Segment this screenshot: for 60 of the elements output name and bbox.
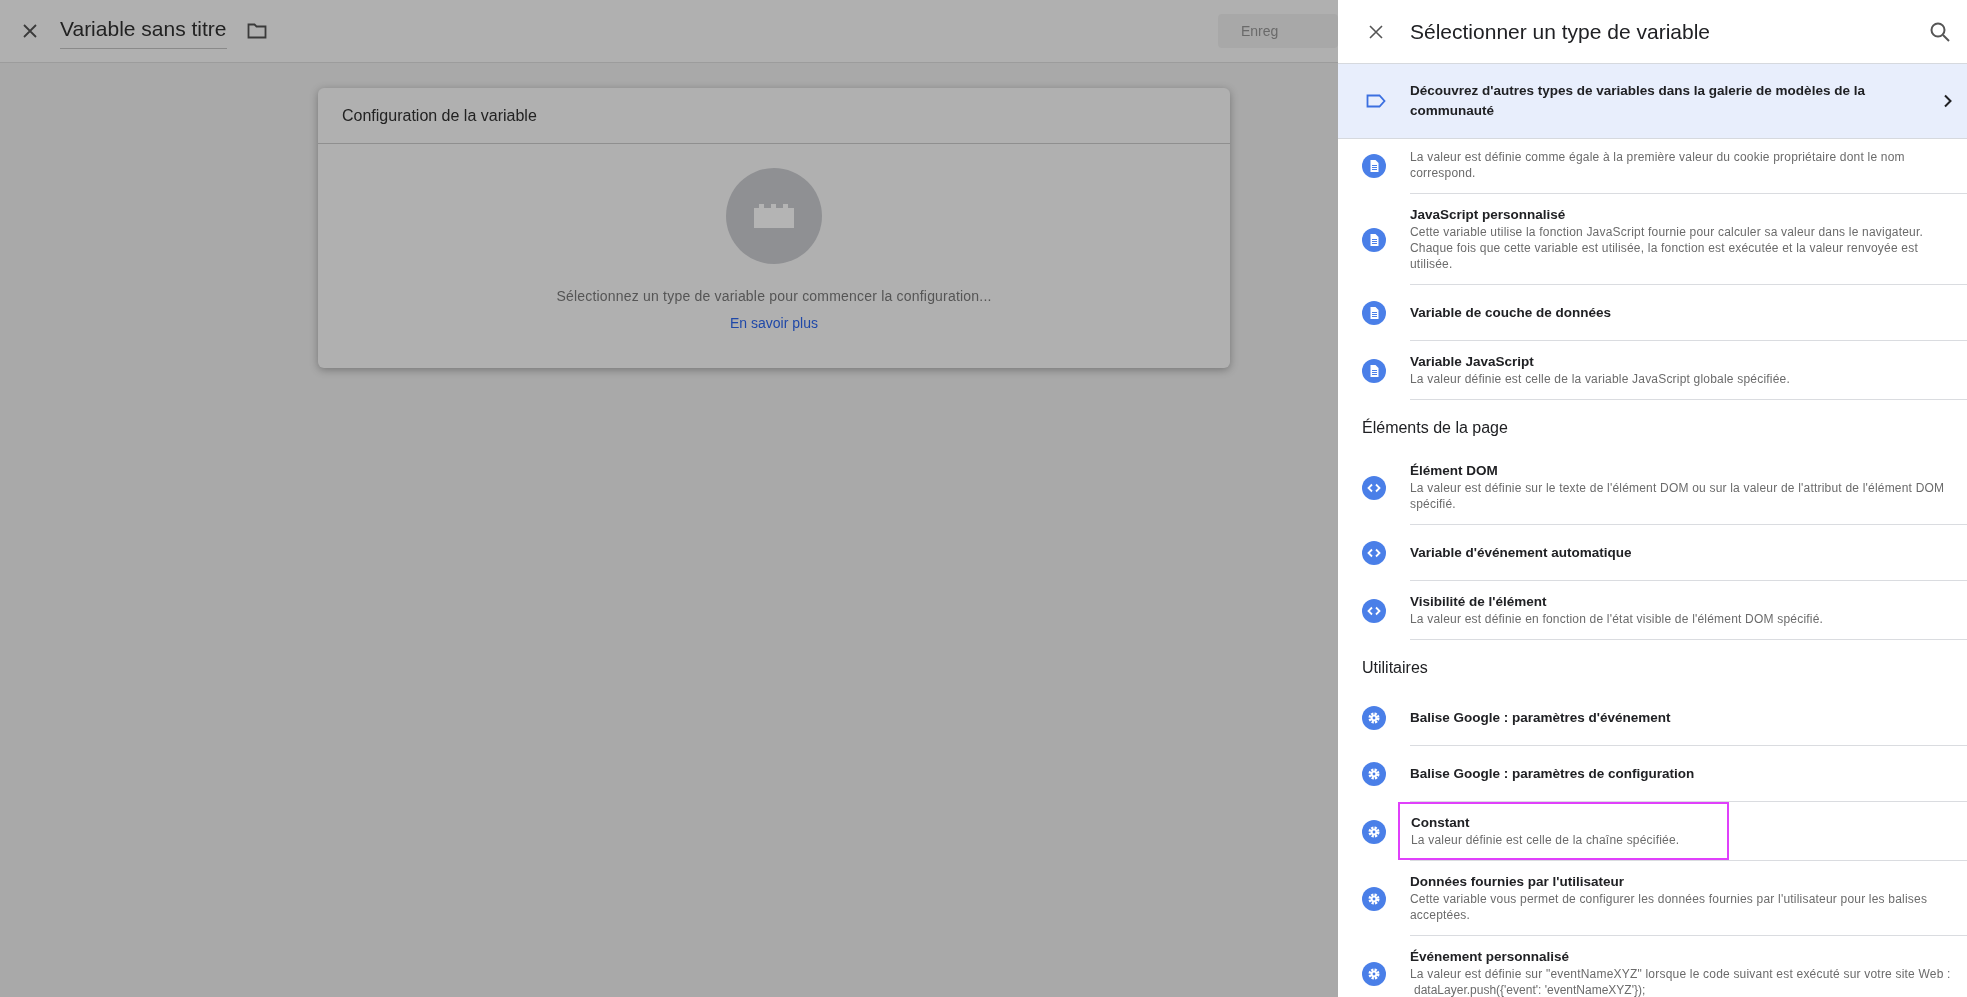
title-field[interactable]: Variable sans titre [60,12,227,50]
variable-type-item[interactable]: Données fournies par l'utilisateur Cette variable vous permet de configurer les données fournies par l'utilisateur pour les balises acceptées. [1410,861,1967,935]
gear-icon [1362,819,1386,844]
item-title: Élément DOM [1410,462,1499,480]
gallery-banner[interactable]: Découvrez d'autres types de variables dans la galerie de modèles de la communauté [1338,63,1967,139]
variable-type-item[interactable]: La valeur est définie comme égale à la première valeur du cookie propriétaire dont le nom correspond. [1410,137,1967,193]
document-icon [1362,358,1386,383]
variable-type-item[interactable]: Constant La valeur définie est celle de la chaîne spécifiée. [1398,802,1729,860]
item-description: La valeur définie est celle de la chaîne spécifiée. [1411,832,1681,848]
variable-type-item[interactable]: Balise Google : paramètres de configuration [1410,752,1967,795]
item-title: Balise Google : paramètres de configuration [1410,764,1696,783]
item-description: Cette variable utilise la fonction JavaScript fournie pour calculer sa valeur dans le navigateur. Chaque fois que cette variable est utilisée, la fonction est exécutée et la valeur renvoyée est utilisée. [1410,224,1924,272]
search-button[interactable] [1929,20,1951,43]
panel-title: Sélectionner un type de variable [1410,18,1711,45]
document-icon [1362,227,1386,252]
item-description: La valeur est définie comme égale à la première valeur du cookie propriétaire dont le nom correspond. [1410,149,1906,181]
gear-icon [1362,961,1386,986]
card-title: Configuration de la variable [342,105,537,126]
item-description: La valeur est définie en fonction de l'état visible de l'élément DOM spécifié. [1410,611,1825,627]
close-icon [1368,23,1384,40]
close-icon [22,23,38,39]
item-title: Balise Google : paramètres d'événement [1410,708,1672,727]
section-heading: Éléments de la page [1361,417,1509,438]
item-description: La valeur est définie sur le texte de l'élément DOM ou sur la valeur de l'attribut de l'élément DOM spécifié. [1410,480,1946,512]
code-icon [1362,598,1386,623]
item-title: Événement personnalisé [1410,948,1571,966]
item-title: Visibilité de l'élément [1410,593,1548,611]
variable-type-item[interactable]: Balise Google : paramètres d'événement [1410,696,1967,739]
gear-icon [1362,762,1386,786]
tag-icon [1366,94,1386,108]
prompt-text: Sélectionnez un type de variable pour commencer la configuration... [556,287,992,306]
folder-icon [246,23,267,39]
item-title: JavaScript personnalisé [1410,206,1567,224]
item-title: Variable d'événement automatique [1410,543,1633,562]
gear-icon [1362,886,1386,911]
item-title: Constant [1411,814,1471,832]
variable-type-item[interactable]: Variable de couche de données [1410,291,1967,334]
item-description: La valeur est définie sur "eventNameXYZ" lorsque le code suivant est exécuté sur votre site Web : [1410,966,1951,982]
variable-type-item[interactable]: Variable d'événement automatique [1410,531,1967,574]
item-description: La valeur définie est celle de la variable JavaScript globale spécifiée. [1410,371,1791,387]
learn-more-link[interactable]: En savoir plus [730,313,818,334]
section-heading: Utilitaires [1361,658,1429,678]
document-icon [1362,301,1386,325]
code-icon [1362,475,1386,500]
banner-text: Découvrez d'autres types de variables dans la galerie de modèles de la communauté [1410,82,1866,120]
variable-type-item[interactable]: Événement personnalisé La valeur est définie sur "eventNameXYZ" lorsque le code suivant est exécuté sur votre site Web : dataLayer.push({'event': 'eventNameXYZ'}); [1410,936,1967,997]
item-title: Données fournies par l'utilisateur [1410,873,1625,891]
gear-icon [1362,706,1386,730]
item-title: Variable JavaScript [1410,353,1535,371]
document-icon [1362,153,1386,178]
search-icon [1929,20,1951,43]
item-title: Variable de couche de données [1410,303,1613,322]
variable-type-item[interactable]: Élément DOM La valeur est définie sur le texte de l'élément DOM ou sur la valeur de l'attribut de l'élément DOM spécifié. [1410,450,1967,524]
blocks-icon [726,168,822,264]
code-snippet: dataLayer.push({'event': 'eventNameXYZ'}); [1413,982,1647,997]
item-description: Cette variable vous permet de configurer les données fournies par l'utilisateur pour les balises acceptées. [1410,891,1929,923]
variable-type-item[interactable]: Visibilité de l'élément La valeur est définie en fonction de l'état visible de l'élément DOM spécifié. [1410,581,1967,639]
chevron-right-icon [1943,94,1953,108]
code-icon [1362,541,1386,565]
variable-type-item[interactable]: Variable JavaScript La valeur définie est celle de la variable JavaScript globale spécifiée. [1410,341,1967,399]
